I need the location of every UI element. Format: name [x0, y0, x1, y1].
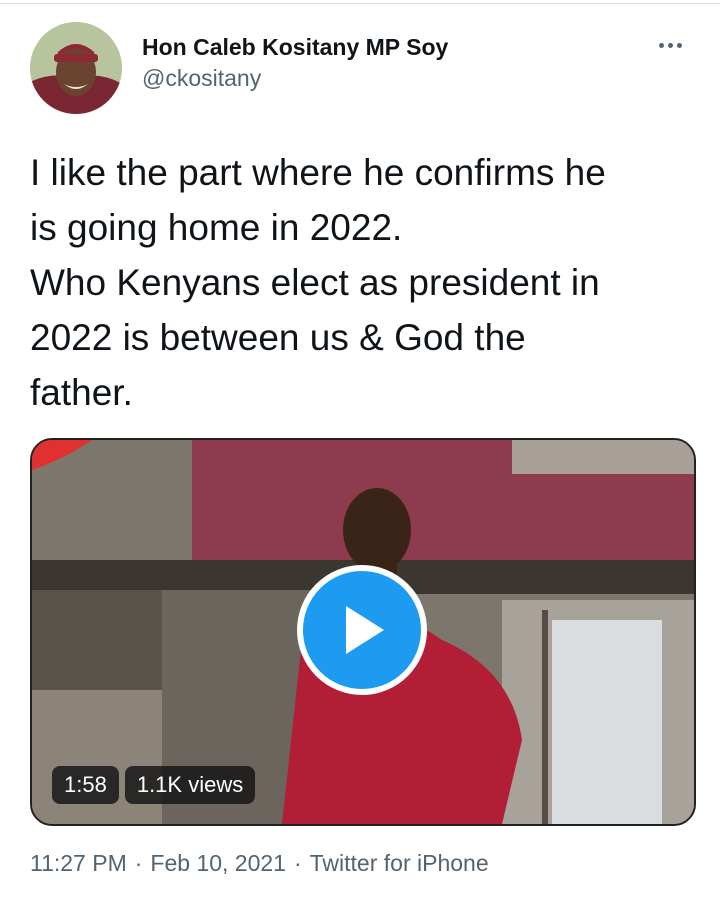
display-name[interactable]: Hon Caleb Kositany MP Soy	[142, 32, 448, 62]
tweet-header: Hon Caleb Kositany MP Soy @ckositany	[30, 22, 690, 118]
video-player[interactable]: 1:58 1.1K views	[30, 438, 696, 826]
more-horizontal-icon[interactable]	[650, 30, 690, 60]
top-divider	[0, 3, 720, 4]
views-badge: 1.1K views	[124, 766, 256, 804]
play-button[interactable]	[297, 565, 427, 695]
duration-badge: 1:58	[52, 766, 119, 804]
handle[interactable]: @ckositany	[142, 62, 448, 94]
meta-separator-2: ·	[293, 850, 302, 876]
avatar[interactable]	[30, 22, 122, 114]
tweet-time[interactable]: 11:27 PM	[30, 850, 127, 877]
meta-separator: ·	[134, 850, 143, 876]
tweet-text: I like the part where he confirms he is …	[30, 152, 606, 413]
author-names: Hon Caleb Kositany MP Soy @ckositany	[142, 32, 448, 94]
tweet-date[interactable]: Feb 10, 2021	[150, 850, 286, 877]
tweet-source[interactable]: Twitter for iPhone	[310, 850, 489, 877]
tweet-meta: 11:27 PM · Feb 10, 2021 · Twitter for iP…	[30, 850, 489, 877]
play-icon	[346, 606, 384, 654]
video-badges: 1:58 1.1K views	[52, 766, 256, 804]
